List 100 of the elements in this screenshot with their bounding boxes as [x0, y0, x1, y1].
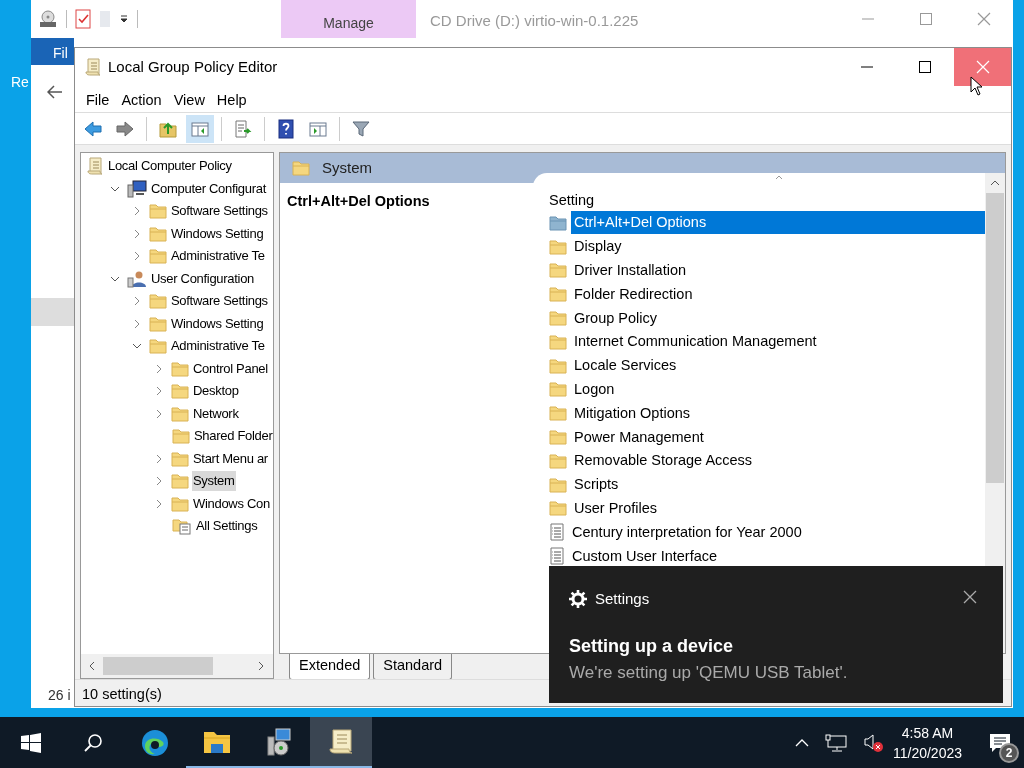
- close-icon: [963, 590, 977, 604]
- user-icon: [127, 269, 147, 288]
- network-icon[interactable]: [824, 733, 847, 752]
- folder-icon: [549, 429, 567, 446]
- list-item[interactable]: Mitigation Options: [571, 401, 985, 425]
- checklist-icon[interactable]: [75, 9, 91, 29]
- column-header[interactable]: Setting: [549, 173, 985, 211]
- tree-item[interactable]: Administrative Te: [170, 246, 266, 267]
- file-tab[interactable]: Fil: [31, 38, 74, 65]
- search-icon: [83, 732, 103, 753]
- server-icon: [264, 726, 294, 757]
- scroll-left-icon[interactable]: [87, 661, 97, 671]
- folder-icon: [549, 262, 567, 279]
- document-icon: [549, 547, 565, 566]
- browser-icon: [140, 727, 170, 758]
- scroll-icon: [86, 156, 104, 177]
- list-item[interactable]: Century interpretation for Year 2000: [569, 520, 985, 544]
- settings-icon: [569, 590, 587, 609]
- back-icon[interactable]: [47, 85, 63, 99]
- list-item[interactable]: Scripts: [571, 473, 985, 497]
- list-item[interactable]: User Profiles: [571, 496, 985, 520]
- menu-item[interactable]: File: [75, 86, 110, 112]
- window-title: CD Drive (D:) virtio-win-0.1.225: [430, 11, 639, 31]
- horizontal-scrollbar[interactable]: [81, 654, 273, 678]
- tree-item[interactable]: Desktop: [192, 381, 240, 402]
- list-item[interactable]: Display: [571, 235, 985, 259]
- dropdown-icon[interactable]: [119, 14, 129, 24]
- tree-item[interactable]: Shared Folder: [193, 426, 273, 447]
- speaker-muted-icon[interactable]: [862, 732, 885, 753]
- folder-icon: [171, 405, 189, 422]
- folder-icon: [172, 428, 190, 445]
- tree-item[interactable]: Start Menu ar: [192, 448, 269, 469]
- list-item[interactable]: Power Management: [571, 425, 985, 449]
- tree-item[interactable]: Windows Con: [192, 493, 271, 514]
- tree-item[interactable]: Software Settings: [170, 291, 269, 312]
- document-icon: [549, 523, 565, 542]
- chevron-up-icon[interactable]: [794, 737, 809, 748]
- folder-icon: [171, 450, 189, 467]
- list-item[interactable]: Locale Services: [571, 354, 985, 378]
- notification-count: 2: [999, 743, 1019, 763]
- folder-icon: [549, 333, 567, 350]
- list-item[interactable]: Group Policy: [571, 306, 985, 330]
- folder-icon: [149, 248, 167, 265]
- tree-item[interactable]: Local Computer Policy: [107, 156, 233, 177]
- view-tab[interactable]: Standard: [373, 654, 453, 680]
- list-item[interactable]: Logon: [571, 377, 985, 401]
- list-item[interactable]: Driver Installation: [571, 259, 985, 282]
- list-item[interactable]: Removable Storage Access: [571, 449, 985, 473]
- folder-icon: [549, 238, 567, 255]
- tree-item[interactable]: Computer Configurat: [150, 178, 267, 199]
- tree-item[interactable]: Windows Setting: [170, 223, 265, 244]
- folder-icon: [149, 203, 167, 220]
- folder-icon: [292, 160, 310, 176]
- menu-item[interactable]: Action: [110, 86, 162, 112]
- folder-icon: [549, 500, 567, 517]
- notification-title: Setting up a device: [569, 634, 735, 658]
- tree-item[interactable]: Network: [192, 403, 240, 424]
- folder-icon: [549, 286, 567, 303]
- maximize-icon: [919, 61, 931, 73]
- export-list-icon: [233, 118, 253, 139]
- action-center-button[interactable]: 2: [976, 717, 1024, 768]
- tree-item[interactable]: Windows Setting: [170, 313, 265, 334]
- scroll-icon: [84, 57, 102, 77]
- list-item[interactable]: Internet Communication Management: [571, 330, 985, 354]
- folder-icon: [549, 476, 567, 493]
- folder-icon: [171, 383, 189, 400]
- view-tab[interactable]: Extended: [289, 654, 371, 680]
- folder-icon: [171, 473, 189, 490]
- tree-item[interactable]: Control Panel: [192, 358, 269, 379]
- tree-item[interactable]: Software Settings: [170, 201, 269, 222]
- menu-item[interactable]: View: [162, 86, 205, 112]
- list-item[interactable]: Ctrl+Alt+Del Options: [571, 211, 985, 235]
- close-button[interactable]: [963, 590, 977, 604]
- drive-icon[interactable]: [38, 10, 58, 28]
- manage-tab[interactable]: Manage: [281, 0, 416, 38]
- close-icon: [975, 60, 990, 74]
- description-title: Ctrl+Alt+Del Options: [286, 192, 431, 211]
- menu-item[interactable]: Help: [205, 86, 247, 112]
- list-item[interactable]: Folder Redirection: [571, 282, 985, 306]
- scroll-up-icon[interactable]: [990, 179, 1000, 187]
- window-title: Local Group Policy Editor: [108, 56, 278, 77]
- tree-item[interactable]: User Configuration: [150, 268, 255, 289]
- list-item[interactable]: Custom User Interface: [569, 544, 985, 568]
- tree-item[interactable]: All Settings: [195, 516, 259, 537]
- filter-icon: [351, 118, 371, 139]
- tree-item[interactable]: System: [192, 471, 236, 492]
- clock-date: 11/20/2023: [892, 743, 962, 763]
- tree-toggle-button[interactable]: [186, 114, 214, 143]
- close-icon: [977, 12, 991, 26]
- header-title: System: [322, 157, 372, 178]
- taskbar-app[interactable]: [310, 717, 372, 768]
- folder-icon: [149, 338, 167, 355]
- folder-icon: [549, 381, 567, 398]
- clock-time: 4:58 AM: [900, 723, 955, 743]
- tree-item[interactable]: Administrative Te: [170, 336, 266, 357]
- folder-icon: [549, 214, 567, 231]
- maximize-icon: [920, 13, 932, 25]
- folder-icon: [171, 495, 189, 512]
- folder-icon: [549, 357, 567, 374]
- scroll-right-icon[interactable]: [256, 661, 266, 671]
